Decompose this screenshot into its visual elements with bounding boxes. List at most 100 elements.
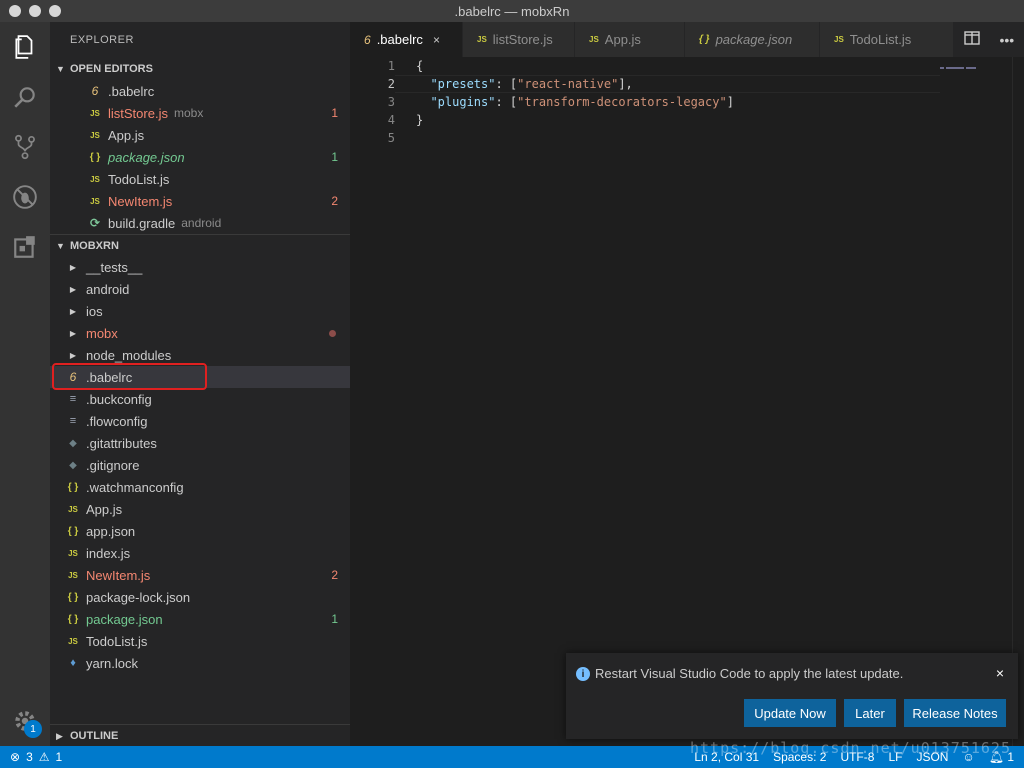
js-file-icon: JS	[68, 636, 78, 646]
folder-item[interactable]: ▶ __tests__	[50, 256, 350, 278]
debug-icon[interactable]	[0, 172, 50, 222]
git-file-icon: ◆	[69, 459, 77, 471]
warning-count: 1	[55, 750, 63, 764]
file-label: .gitattributes	[86, 435, 157, 451]
line-numbers: 1 2 3 4 5	[350, 57, 395, 147]
open-editor-item[interactable]: JS NewItem.js 2	[50, 190, 350, 212]
js-file-icon: JS	[90, 196, 100, 206]
minimap[interactable]	[940, 57, 1012, 69]
tab-liststore[interactable]: JS listStore.js	[463, 22, 575, 57]
file-item[interactable]: JS NewItem.js 2	[50, 564, 350, 586]
indentation[interactable]: Spaces: 2	[773, 750, 826, 764]
close-window-button[interactable]	[9, 5, 21, 17]
close-icon[interactable]: ×	[433, 33, 440, 47]
code-line: "plugins": ["transform-decorators-legacy…	[430, 95, 734, 109]
chevron-down-icon: ▼	[56, 240, 65, 251]
file-item[interactable]: { } package.json 1	[50, 608, 350, 630]
file-item[interactable]: { } .watchmanconfig	[50, 476, 350, 498]
open-editor-item[interactable]: { } package.json 1	[50, 146, 350, 168]
file-label: .watchmanconfig	[86, 479, 184, 495]
js-file-icon: JS	[90, 174, 100, 184]
open-editor-item[interactable]: JS listStore.js mobx 1	[50, 102, 350, 124]
open-editor-item[interactable]: 6 .babelrc	[50, 80, 350, 102]
file-label: .buckconfig	[86, 391, 152, 407]
folder-item[interactable]: ▶ mobx	[50, 322, 350, 344]
config-file-icon: ≡	[69, 415, 77, 427]
file-label: .gitignore	[86, 457, 140, 473]
tab-todolist[interactable]: JS TodoList.js	[820, 22, 954, 57]
folder-item[interactable]: ▶ android	[50, 278, 350, 300]
tab-babelrc[interactable]: 6 .babelrc ×	[350, 22, 463, 57]
code-content[interactable]: { "presets": ["react-native"], "plugins"…	[416, 57, 734, 147]
smiley-icon[interactable]: ☺	[962, 750, 974, 764]
notifications-bell[interactable]: 🔔︎ 1	[989, 750, 1014, 764]
folder-label: node_modules	[86, 347, 172, 363]
json-file-icon: { }	[67, 591, 79, 603]
file-item[interactable]: JS index.js	[50, 542, 350, 564]
tab-package-json[interactable]: { } package.json	[685, 22, 820, 57]
file-item[interactable]: { } package-lock.json	[50, 586, 350, 608]
yarn-file-icon: ♦	[70, 657, 76, 669]
file-item[interactable]: ♦ yarn.lock	[50, 652, 350, 674]
line-ending[interactable]: LF	[888, 750, 902, 764]
encoding[interactable]: UTF-8	[840, 750, 874, 764]
open-editor-folder: android	[181, 216, 222, 230]
file-item[interactable]: ≡ .flowconfig	[50, 410, 350, 432]
open-editor-item[interactable]: JS TodoList.js	[50, 168, 350, 190]
warning-icon: ⚠	[38, 750, 50, 764]
open-editor-folder: mobx	[173, 106, 204, 120]
problem-count: 1	[331, 150, 338, 164]
release-notes-button[interactable]: Release Notes	[904, 699, 1006, 727]
open-editor-label: build.gradle	[108, 215, 176, 231]
chevron-right-icon: ▶	[69, 262, 77, 272]
file-item[interactable]: ◆ .gitignore	[50, 454, 350, 476]
open-editors-header[interactable]: ▼ OPEN EDITORS	[50, 58, 350, 80]
file-item[interactable]: JS TodoList.js	[50, 630, 350, 652]
cursor-position[interactable]: Ln 2, Col 31	[694, 750, 759, 764]
info-icon: i	[576, 667, 590, 681]
file-label: TodoList.js	[86, 633, 148, 649]
gear-icon[interactable]	[0, 696, 50, 746]
minimize-window-button[interactable]	[29, 5, 41, 17]
editor-tabs: 6 .babelrc × JS listStore.js JS App.js {…	[350, 22, 1024, 57]
code-line: {	[416, 59, 424, 73]
folder-label: ios	[86, 303, 103, 319]
settings-update-badge: 1	[24, 720, 42, 738]
window-title: .babelrc — mobxRn	[454, 3, 570, 19]
search-icon[interactable]	[0, 72, 50, 122]
file-item[interactable]: JS App.js	[50, 498, 350, 520]
file-label: App.js	[86, 501, 123, 517]
extensions-icon[interactable]	[0, 222, 50, 272]
open-editor-item[interactable]: ⟳ build.gradle android	[50, 212, 350, 234]
problems-indicator[interactable]: ⊗ 3 ⚠ 1	[0, 750, 62, 764]
maximize-window-button[interactable]	[49, 5, 61, 17]
close-icon[interactable]: ×	[996, 665, 1004, 681]
more-actions-icon[interactable]: •••	[999, 32, 1014, 48]
open-editor-item[interactable]: JS App.js	[50, 124, 350, 146]
project-header[interactable]: ▼ MOBXRN	[50, 234, 350, 256]
file-item[interactable]: { } app.json	[50, 520, 350, 542]
vertical-scrollbar[interactable]	[1012, 57, 1024, 746]
file-label: NewItem.js	[86, 567, 151, 583]
tab-app[interactable]: JS App.js	[575, 22, 685, 57]
outline-header[interactable]: ▶ OUTLINE	[50, 724, 350, 746]
language-mode[interactable]: JSON	[916, 750, 948, 764]
files-icon[interactable]	[0, 22, 50, 72]
file-item[interactable]: ≡ .buckconfig	[50, 388, 350, 410]
babel-file-icon: 6	[364, 32, 371, 47]
js-file-icon: JS	[477, 35, 487, 44]
file-item[interactable]: ◆ .gitattributes	[50, 432, 350, 454]
update-now-button[interactable]: Update Now	[744, 699, 836, 727]
source-control-icon[interactable]	[0, 122, 50, 172]
file-label: .flowconfig	[86, 413, 148, 429]
split-editor-icon[interactable]	[964, 31, 980, 48]
chevron-down-icon: ▼	[56, 64, 65, 74]
error-icon: ⊗	[10, 750, 21, 764]
chevron-right-icon: ▶	[56, 730, 63, 741]
code-editor[interactable]: 1 2 3 4 5 { "presets": ["react-native"],…	[350, 57, 1024, 746]
later-button[interactable]: Later	[844, 699, 896, 727]
folder-item[interactable]: ▶ ios	[50, 300, 350, 322]
open-editor-label: listStore.js	[108, 105, 168, 121]
sidebar-title: EXPLORER	[70, 34, 134, 46]
